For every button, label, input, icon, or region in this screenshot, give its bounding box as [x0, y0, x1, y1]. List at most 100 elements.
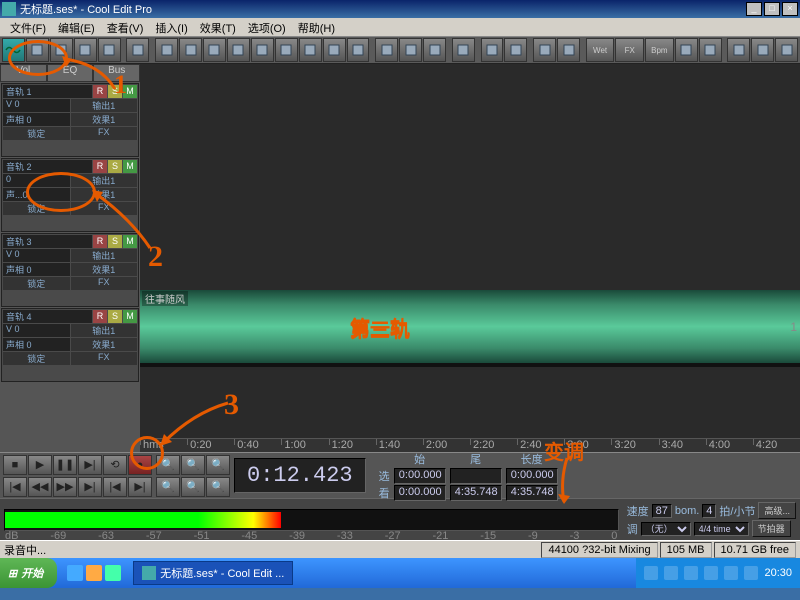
mute-button[interactable]: M	[123, 160, 137, 173]
bpm-button[interactable]: Bpm	[645, 38, 674, 62]
sel-value[interactable]: 0:00.000	[394, 468, 446, 484]
hide-button[interactable]	[533, 38, 556, 62]
tray-icon[interactable]	[644, 566, 658, 580]
solo-button[interactable]: S	[108, 310, 122, 323]
level-meter[interactable]: dB-69-63-57-51-45-39-33-27-21-15-9-30	[4, 509, 619, 531]
maximize-button[interactable]: □	[764, 2, 780, 16]
tray-icon[interactable]	[684, 566, 698, 580]
view-tab-vol[interactable]: Vol	[0, 64, 47, 82]
lock-button[interactable]: 锁定	[3, 202, 70, 215]
start-button[interactable]: ⊞开始	[0, 558, 57, 588]
paste-button[interactable]	[399, 38, 422, 62]
metronome-button[interactable]: 节拍器	[752, 520, 791, 537]
volume-field[interactable]: V 0	[3, 249, 70, 262]
wet-button[interactable]: Wet	[586, 38, 615, 62]
menu-item[interactable]: 插入(I)	[149, 18, 193, 36]
solo-button[interactable]: S	[108, 235, 122, 248]
lock-button[interactable]	[203, 38, 226, 62]
menu-item[interactable]: 查看(V)	[101, 18, 150, 36]
zoom-sel-l-button[interactable]: 🔍	[181, 477, 205, 497]
beats-value[interactable]: 4	[702, 504, 716, 518]
cue-button[interactable]	[452, 38, 475, 62]
tray-icon[interactable]	[744, 566, 758, 580]
rew-button[interactable]: ◀◀	[28, 477, 52, 497]
fx-rack-button[interactable]: FX	[71, 127, 138, 140]
fx-button[interactable]: 效果1	[71, 263, 138, 276]
close-button[interactable]: ×	[782, 2, 798, 16]
file-new-button[interactable]	[26, 38, 49, 62]
solo-button[interactable]: S	[108, 85, 122, 98]
audio-clip[interactable]: 往事随风	[140, 290, 800, 363]
key-select[interactable]: （无）	[641, 522, 691, 536]
align-l-button[interactable]	[727, 38, 750, 62]
menu-item[interactable]: 帮助(H)	[292, 18, 341, 36]
pan-field[interactable]: 声...0	[3, 188, 70, 201]
volume-field[interactable]: V 0	[3, 99, 70, 112]
mixdown-button[interactable]	[347, 38, 370, 62]
output-button[interactable]: 输出1	[71, 249, 138, 262]
output-button[interactable]: 输出1	[71, 174, 138, 187]
mute-button[interactable]: M	[123, 235, 137, 248]
lock-button[interactable]: 锁定	[3, 352, 70, 365]
record-arm-button[interactable]: R	[93, 310, 107, 323]
volume-field[interactable]: V 0	[3, 324, 70, 337]
play-loop-button[interactable]: ⟲	[103, 455, 127, 475]
play-sel-button[interactable]: ▶|	[78, 455, 102, 475]
track-name[interactable]: 音轨 1	[3, 85, 92, 98]
menu-item[interactable]: 效果(T)	[194, 18, 242, 36]
track-name[interactable]: 音轨 2	[3, 160, 92, 173]
track-name[interactable]: 音轨 3	[3, 235, 92, 248]
sel-value[interactable]: 0:00.000	[394, 485, 446, 501]
taskbar-quicklaunch[interactable]	[59, 561, 129, 585]
time-ruler[interactable]: hms0:200:401:001:201:402:002:202:403:003…	[140, 438, 800, 452]
sel-value[interactable]: 4:35.748	[450, 485, 502, 501]
file-save-button[interactable]	[74, 38, 97, 62]
play-button[interactable]: ▶	[28, 455, 52, 475]
cut-button[interactable]	[299, 38, 322, 62]
align-r-button[interactable]	[775, 38, 798, 62]
track-name[interactable]: 音轨 4	[3, 310, 92, 323]
zoom-sel-r-button[interactable]: 🔍	[206, 477, 230, 497]
undo-button[interactable]	[126, 38, 149, 62]
snap2-button[interactable]	[675, 38, 698, 62]
zoom-sel-button[interactable]: 🔍	[156, 477, 180, 497]
fx-rack-button[interactable]: FX	[71, 352, 138, 365]
fx-button[interactable]: 效果1	[71, 338, 138, 351]
tray-icon[interactable]	[704, 566, 718, 580]
track-lane[interactable]: 往事随风1第一轨	[140, 290, 800, 364]
record-arm-button[interactable]: R	[93, 85, 107, 98]
fx-button[interactable]: FX	[615, 38, 644, 62]
mix-paste-button[interactable]	[423, 38, 446, 62]
file-open-button[interactable]	[50, 38, 73, 62]
punch-button[interactable]	[251, 38, 274, 62]
sel-value[interactable]: 4:35.748	[506, 485, 558, 501]
rec-button[interactable]: ●	[128, 455, 152, 475]
crossfade-button[interactable]	[275, 38, 298, 62]
stop-button[interactable]: ■	[3, 455, 27, 475]
pan-field[interactable]: 声相 0	[3, 113, 70, 126]
menu-item[interactable]: 编辑(E)	[52, 18, 101, 36]
sel-value[interactable]	[450, 468, 502, 484]
trim-button[interactable]	[323, 38, 346, 62]
advanced-button[interactable]: 高级...	[758, 502, 796, 519]
mute-button[interactable]: M	[123, 310, 137, 323]
align-c-button[interactable]	[751, 38, 774, 62]
lock-button[interactable]: 锁定	[3, 277, 70, 290]
fx-rack-button[interactable]: FX	[71, 202, 138, 215]
solo-button[interactable]: S	[108, 160, 122, 173]
group-button[interactable]	[155, 38, 178, 62]
copy-button[interactable]	[375, 38, 398, 62]
taskbar-item[interactable]: 无标题.ses* - Cool Edit ...	[133, 561, 293, 585]
view-tab-bus[interactable]: Bus	[93, 64, 140, 82]
start-button[interactable]: |◀	[3, 477, 27, 497]
zoom-in-button[interactable]: 🔍	[156, 455, 180, 475]
play-hidden-button[interactable]	[557, 38, 580, 62]
zoom-out-button[interactable]: 🔍	[181, 455, 205, 475]
end-button[interactable]: ▶|	[78, 477, 102, 497]
fx-button[interactable]: 效果1	[71, 113, 138, 126]
output-button[interactable]: 输出1	[71, 324, 138, 337]
tray-icon[interactable]	[664, 566, 678, 580]
mute-button[interactable]: M	[123, 85, 137, 98]
fx-rack-button[interactable]: FX	[71, 277, 138, 290]
edit-mode-button[interactable]	[2, 38, 25, 62]
